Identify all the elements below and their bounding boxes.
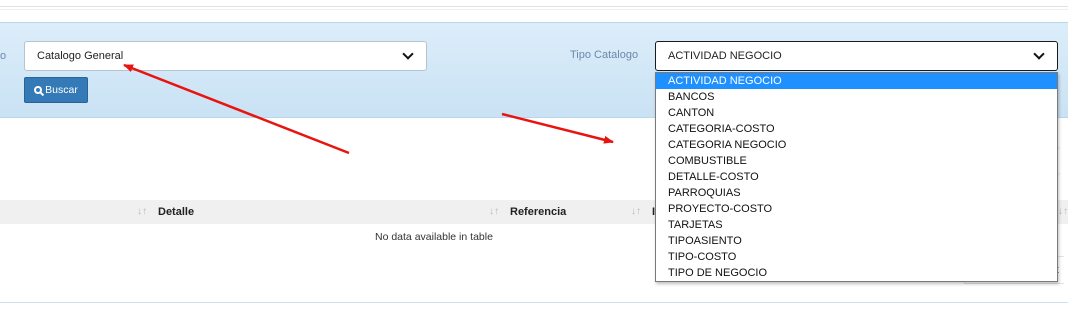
column-header-detalle[interactable]: Detalle: [158, 206, 194, 218]
search-icon: [34, 86, 43, 94]
sort-icon[interactable]: ↓↑: [631, 206, 641, 217]
catalogo-general-value: Catalogo General: [37, 50, 124, 62]
annotation-arrow-right: [501, 112, 614, 144]
dropdown-option[interactable]: TIPO DE NEGOCIO: [656, 265, 1057, 281]
tipo-catalogo-dropdown-list[interactable]: ACTIVIDAD NEGOCIO BANCOS CANTON CATEGORIA-C…: [655, 72, 1058, 282]
buscar-label: Buscar: [45, 84, 78, 96]
dropdown-option[interactable]: TIPOASIENTO: [656, 233, 1057, 249]
tipo-catalogo-select[interactable]: ACTIVIDAD NEGOCIO: [655, 41, 1058, 71]
dropdown-option[interactable]: TARJETAS: [656, 217, 1057, 233]
dropdown-option[interactable]: DETALLE-COSTO: [656, 169, 1057, 185]
chevron-down-icon: [1033, 48, 1045, 60]
dropdown-option[interactable]: PROYECTO-COSTO: [656, 201, 1057, 217]
top-border-secondary: [0, 9, 1068, 10]
column-header-referencia[interactable]: Referencia: [510, 206, 566, 218]
catalogo-label: o: [0, 50, 7, 62]
dropdown-option[interactable]: ACTIVIDAD NEGOCIO: [656, 73, 1057, 89]
dropdown-option[interactable]: PARROQUIAS: [656, 185, 1057, 201]
chevron-down-icon: [402, 48, 414, 60]
tipo-catalogo-label: Tipo Catalogo: [570, 49, 639, 61]
dropdown-option[interactable]: CANTON: [656, 105, 1057, 121]
catalogo-general-select[interactable]: Catalogo General: [24, 41, 427, 71]
table-empty-message: No data available in table: [375, 231, 493, 243]
dropdown-option[interactable]: CATEGORIA NEGOCIO: [656, 137, 1057, 153]
bottom-border: [0, 302, 1068, 303]
sort-icon[interactable]: ↓↑: [489, 206, 499, 217]
top-border: [0, 6, 1068, 7]
sort-icon[interactable]: ↓↑: [137, 206, 147, 217]
tipo-catalogo-value: ACTIVIDAD NEGOCIO: [668, 50, 782, 62]
sort-icon[interactable]: ↓↑: [1058, 206, 1068, 217]
dropdown-option[interactable]: CATEGORIA-COSTO: [656, 121, 1057, 137]
dropdown-option[interactable]: COMBUSTIBLE: [656, 153, 1057, 169]
dropdown-option[interactable]: TIPO-COSTO: [656, 249, 1057, 265]
dropdown-option[interactable]: BANCOS: [656, 89, 1057, 105]
buscar-button[interactable]: Buscar: [24, 77, 88, 103]
